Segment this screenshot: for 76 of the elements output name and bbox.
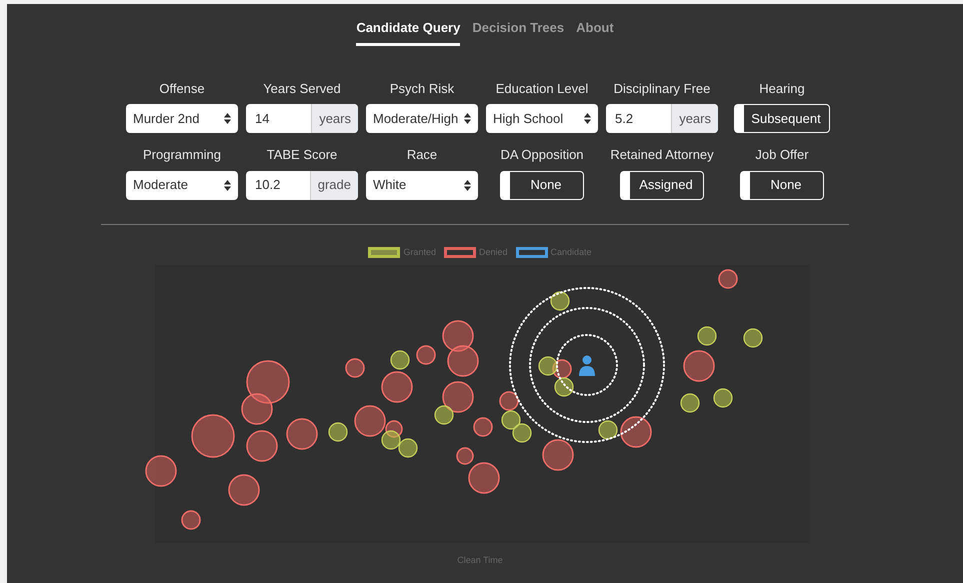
denied-bubble — [683, 350, 715, 382]
denied-bubble — [620, 416, 652, 448]
input-field[interactable]: 10.2 grade — [246, 170, 358, 200]
field-label: Education Level — [496, 80, 588, 98]
input-field[interactable]: 14 years — [246, 104, 358, 133]
sort-arrows-icon — [224, 180, 231, 190]
granted-bubble — [390, 350, 410, 370]
denied-bubble — [552, 359, 572, 379]
field-label: TABE Score — [266, 146, 338, 164]
toggle-button[interactable]: Subsequent — [734, 104, 830, 133]
toggle-knob — [741, 172, 750, 198]
field-label: Programming — [142, 146, 222, 164]
granted-bubble — [697, 326, 717, 346]
field-label: Years Served — [263, 80, 341, 98]
toggle-button[interactable]: Assigned — [620, 170, 704, 200]
toggle-knob — [621, 172, 630, 198]
granted-bubble — [501, 410, 521, 430]
granted-bubble — [328, 422, 348, 442]
unit-label: years — [671, 104, 718, 133]
unit-label: years — [311, 104, 358, 133]
denied-bubble — [345, 358, 365, 378]
denied-bubble — [442, 320, 474, 352]
field-label: DA Opposition — [500, 146, 584, 164]
granted-bubble — [713, 388, 733, 408]
nav-tab[interactable]: About — [576, 18, 614, 46]
denied-bubble — [542, 439, 574, 471]
field-label: Disciplinary Free — [614, 80, 710, 98]
denied-bubble — [381, 371, 413, 403]
denied-bubble — [447, 345, 479, 377]
denied-bubble — [181, 510, 201, 530]
sort-arrows-icon — [224, 113, 231, 124]
sort-arrows-icon — [584, 113, 591, 124]
denied-bubble — [241, 393, 273, 425]
denied-bubble — [246, 430, 278, 462]
dropdown[interactable]: White — [366, 170, 478, 200]
granted-bubble — [550, 291, 570, 311]
granted-bubble — [381, 430, 401, 450]
dropdown[interactable]: Moderate/High — [366, 104, 478, 133]
denied-bubble — [191, 414, 235, 458]
sort-arrows-icon — [464, 113, 471, 124]
toggle-button[interactable]: None — [500, 170, 584, 200]
field-label: Offense — [159, 80, 205, 98]
granted-bubble — [554, 377, 574, 397]
denied-bubble — [228, 474, 260, 506]
nav-tab[interactable]: Candidate Query — [356, 18, 460, 46]
dropdown[interactable]: Moderate — [126, 170, 238, 200]
toggle-button[interactable]: None — [740, 170, 824, 200]
denied-bubble — [718, 269, 738, 289]
granted-bubble — [743, 328, 763, 348]
granted-bubble — [680, 393, 700, 413]
denied-bubble — [145, 455, 177, 487]
sort-arrows-icon — [464, 180, 471, 190]
granted-bubble — [398, 438, 418, 458]
unit-label: grade — [310, 170, 358, 200]
field-label: Job Offer — [755, 146, 809, 164]
denied-bubble — [416, 345, 436, 365]
denied-bubble — [442, 381, 474, 413]
dropdown[interactable]: Murder 2nd — [126, 104, 238, 133]
dropdown[interactable]: High School — [486, 104, 598, 133]
denied-bubble — [286, 418, 318, 450]
field-label: Psych Risk — [390, 80, 454, 98]
denied-bubble — [246, 360, 290, 404]
toggle-knob — [735, 105, 744, 132]
field-label: Hearing — [759, 80, 805, 98]
denied-bubble — [499, 391, 519, 411]
granted-bubble — [598, 420, 618, 440]
field-label: Retained Attorney — [610, 146, 714, 164]
toggle-knob — [501, 172, 510, 198]
nav-tab[interactable]: Decision Trees — [472, 18, 564, 46]
granted-bubble — [538, 356, 558, 376]
granted-bubble — [434, 405, 454, 425]
input-field[interactable]: 5.2 years — [606, 104, 718, 133]
denied-bubble — [473, 417, 493, 437]
field-label: Race — [406, 146, 438, 164]
granted-bubble — [512, 423, 532, 443]
person-icon — [579, 356, 595, 376]
